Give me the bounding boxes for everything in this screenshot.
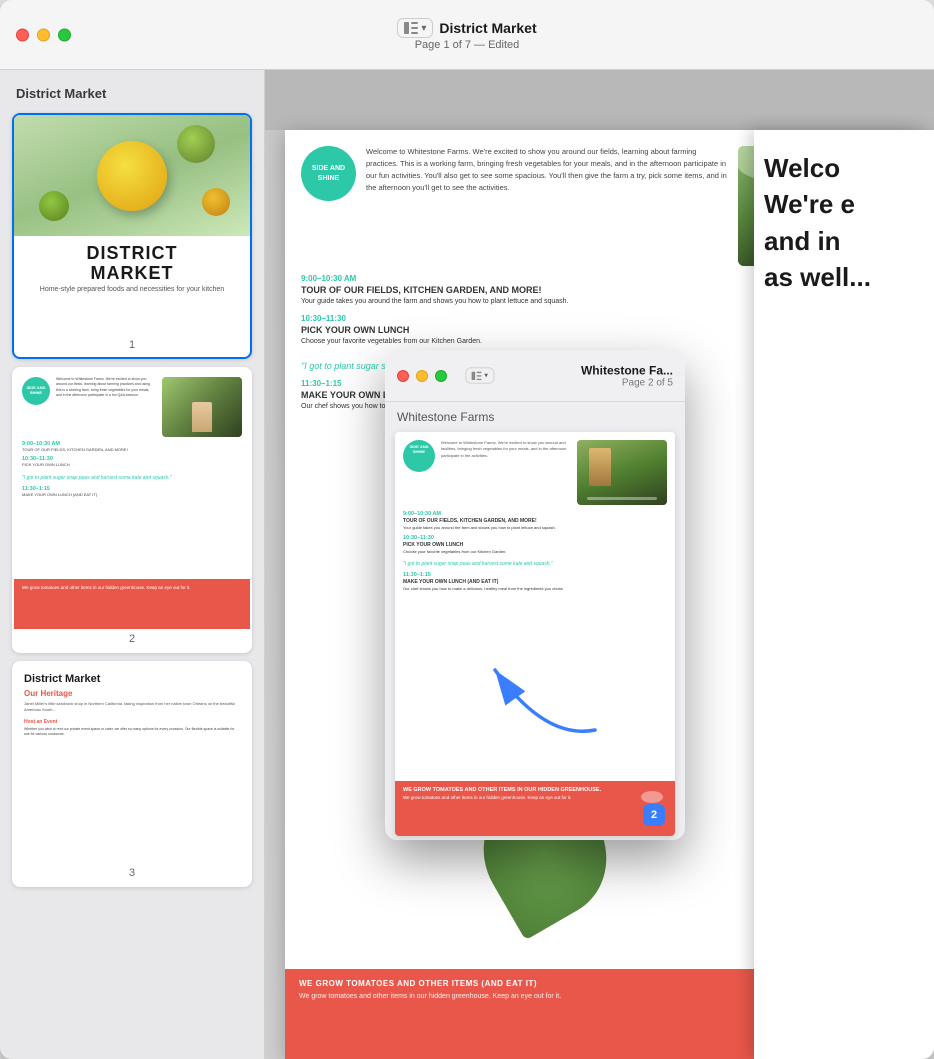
ws-schedule-2: 10:30–11:30 PICK YOUR OWN LUNCH Choose y… <box>403 535 667 555</box>
page3-title: District Market <box>24 673 240 685</box>
ws-sidebar-toggle[interactable]: ▾ <box>466 367 495 383</box>
ws-doc-label: Whitestone Farms <box>385 402 685 428</box>
badge-circle-large: SIDE ANDSHINE <box>301 146 356 201</box>
page3-preview: District Market Our Heritage Janet Mille… <box>14 663 250 863</box>
right-doc-partial: Welco We're e and in as well... <box>754 130 934 1059</box>
chevron-down-icon: ▾ <box>421 23 426 34</box>
ws-header-text: Welcome to Whitestone Farms. We're excit… <box>441 440 571 459</box>
farm-photo <box>162 377 242 437</box>
ws-title: Whitestone Fa... <box>581 363 673 377</box>
whitestone-window: ▾ Whitestone Fa... Page 2 of 5 Whiteston… <box>385 350 685 840</box>
ws-sched-title-3: MAKE YOUR OWN LUNCH (AND EAT IT) <box>403 579 667 585</box>
ws-schedule-3: 11:30–1:15 MAKE YOUR OWN LUNCH (AND EAT … <box>403 572 667 592</box>
sidebar: District Market <box>0 70 265 1059</box>
ws-page-content: SIDE AND SHINE Welcome to Whitestone Far… <box>395 432 675 836</box>
ws-footer-title: WE GROW TOMATOES AND OTHER ITEMS IN OUR … <box>403 787 667 793</box>
ws-sched-title-1: TOUR OF OUR FIELDS, KITCHEN GARDEN, AND … <box>403 518 667 524</box>
minimize-button[interactable] <box>37 28 50 41</box>
page-thumbnail-2[interactable]: SIDE AND SHINE Welcome to Whitestone Far… <box>12 367 252 653</box>
ws-title-info: Whitestone Fa... Page 2 of 5 <box>581 363 673 388</box>
page3-subtitle: Our Heritage <box>24 689 240 698</box>
page2-number: 2 <box>14 629 250 651</box>
main-window: ▾ District Market Page 1 of 7 — Edited D… <box>0 0 934 1059</box>
page2-preview: SIDE AND SHINE Welcome to Whitestone Far… <box>14 369 250 629</box>
farm-badge-circle: SIDE AND SHINE <box>22 377 50 405</box>
ws-minimize-button[interactable] <box>416 370 428 382</box>
ws-maximize-button[interactable] <box>435 370 447 382</box>
page1-number: 1 <box>14 335 250 357</box>
content-area: District Market <box>0 70 934 1059</box>
page3-body: Janet Miller's little sandwich shop in N… <box>24 701 240 713</box>
ws-window-controls <box>397 370 447 382</box>
page2-schedule2: 11:30–1:15 MAKE YOUR OWN LUNCH (AND EAT … <box>14 486 250 497</box>
canvas-area: SIDE ANDSHINE Welcome to Whitestone Farm… <box>265 70 934 1059</box>
canvas-top-bar <box>265 70 934 130</box>
page2-quote: "I got to plant sugar snap peas and harv… <box>14 471 250 486</box>
ws-sched-title-2: PICK YOUR OWN LUNCH <box>403 542 667 548</box>
close-button[interactable] <box>16 28 29 41</box>
ws-footer: WE GROW TOMATOES AND OTHER ITEMS IN OUR … <box>395 781 675 836</box>
page1-preview: DISTRICT MARKET Home-style prepared food… <box>14 115 250 335</box>
title-bar: ▾ District Market Page 1 of 7 — Edited <box>0 0 934 70</box>
title-row: ▾ District Market <box>397 18 536 38</box>
page2-header: SIDE AND SHINE Welcome to Whitestone Far… <box>14 369 250 441</box>
thumb-district-subtitle: Home-style prepared foods and necessitie… <box>24 286 240 293</box>
sidebar-toggle-button[interactable]: ▾ <box>397 18 433 38</box>
ws-content: Whitestone Farms SIDE AND SHINE Welcome … <box>385 402 685 840</box>
ws-close-button[interactable] <box>397 370 409 382</box>
window-controls <box>16 28 71 41</box>
ws-farm-photo <box>577 440 667 505</box>
window-subtitle: Page 1 of 7 — Edited <box>415 39 520 51</box>
title-center: ▾ District Market Page 1 of 7 — Edited <box>397 18 536 51</box>
ws-title-bar: ▾ Whitestone Fa... Page 2 of 5 <box>385 350 685 402</box>
page1-text: DISTRICT MARKET Home-style prepared food… <box>14 236 250 301</box>
page2-footer: We grow tomatoes and other items in our … <box>14 579 250 629</box>
doc-body-paragraph: Welcome to Whitestone Farms. We're excit… <box>366 146 728 194</box>
ws-page-badge: 2 <box>643 804 665 826</box>
page3-number: 3 <box>14 863 250 885</box>
ws-page-preview: SIDE AND SHINE Welcome to Whitestone Far… <box>395 432 675 836</box>
window-title: District Market <box>439 20 536 36</box>
sidebar-icon <box>404 22 418 34</box>
ws-footer-leaf <box>640 789 665 805</box>
ws-subtitle: Page 2 of 5 <box>581 377 673 388</box>
maximize-button[interactable] <box>58 28 71 41</box>
page2-schedule: 9:00–10:30 AM TOUR OF OUR FIELDS, KITCHE… <box>14 441 250 467</box>
page-thumbnail-3[interactable]: District Market Our Heritage Janet Mille… <box>12 661 252 887</box>
thumb-district-title: DISTRICT MARKET <box>24 244 240 284</box>
right-doc-text: Welco We're e and in as well... <box>754 130 934 296</box>
page-thumbnail-1[interactable]: DISTRICT MARKET Home-style prepared food… <box>12 113 252 359</box>
ws-inner-header: SIDE AND SHINE Welcome to Whitestone Far… <box>403 440 667 505</box>
ws-badge: SIDE AND SHINE <box>403 440 435 472</box>
page2-body: Welcome to Whitestone Farms. We're excit… <box>56 377 156 398</box>
fruit-area <box>14 115 250 236</box>
ws-schedule-1: 9:00–10:30 AM TOUR OF OUR FIELDS, KITCHE… <box>403 511 667 531</box>
sidebar-title: District Market <box>12 86 252 113</box>
ws-quote: "I got to plant sugar snap peas and harv… <box>403 558 667 572</box>
